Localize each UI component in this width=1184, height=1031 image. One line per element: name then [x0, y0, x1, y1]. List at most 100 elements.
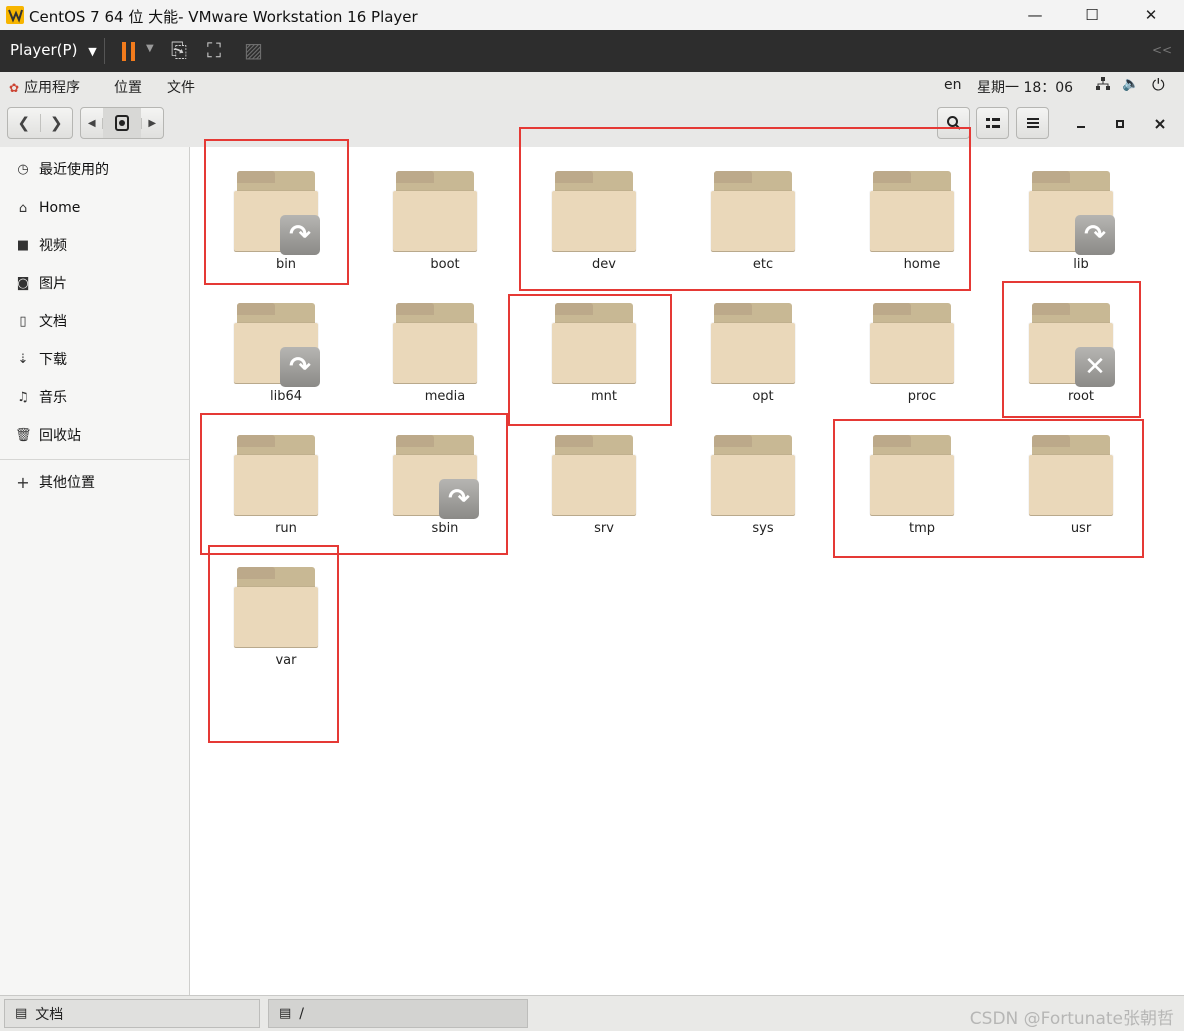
vmware-toolbar: Player(P) ▼ ▼ ⎘ ⛶ ▨ <<: [0, 30, 1184, 73]
trash-icon: 🗑: [15, 427, 32, 443]
taskbar-item-label: 文档: [35, 1006, 64, 1023]
pause-icon: [122, 42, 126, 61]
network-icon-glyph: [1096, 77, 1110, 90]
taskbar-item-root[interactable]: ▤ /: [268, 999, 528, 1028]
file-manager-icon: ▤: [279, 1006, 292, 1021]
back-forward-group: ❮ ❯: [7, 107, 73, 139]
network-icon[interactable]: [1095, 76, 1111, 96]
camera-icon: ◙: [16, 275, 30, 291]
back-button[interactable]: ❮: [8, 114, 41, 132]
vmware-logo-icon: [6, 6, 24, 24]
file-manager-icon: ▤: [15, 1006, 28, 1021]
video-icon: ■: [16, 237, 30, 253]
folder-icon: [393, 303, 477, 383]
gnome-top-bar: ✿ 应用程序 位置 文件 en 星期一 18：06 🔈 ⏻: [0, 72, 1184, 101]
symlink-emblem-icon: ↷: [280, 347, 320, 387]
sidebar-item-label: 文档: [39, 314, 67, 330]
folder-item[interactable]: ↷ lib64: [200, 279, 320, 411]
volume-icon[interactable]: 🔈: [1122, 76, 1139, 92]
folder-item[interactable]: proc: [836, 279, 956, 411]
window-maximize-button[interactable]: [1105, 109, 1135, 139]
sidebar-item-label: 音乐: [39, 390, 67, 406]
sidebar-item-pictures[interactable]: ◙ 图片: [0, 265, 189, 301]
document-icon: ▯: [19, 313, 27, 329]
sidebar-item-trash[interactable]: 🗑 回收站: [0, 417, 189, 453]
maximize-icon: [1116, 120, 1124, 128]
highlight-box-root: [1002, 281, 1141, 418]
applications-menu[interactable]: ✿ 应用程序: [9, 77, 80, 97]
toolbar-divider: [104, 38, 105, 64]
minimize-icon: [1077, 126, 1085, 128]
sidebar-item-documents[interactable]: ▯ 文档: [0, 303, 189, 339]
plus-icon: +: [16, 472, 30, 492]
root-path-button[interactable]: [103, 108, 141, 138]
sidebar-item-music[interactable]: ♫ 音乐: [0, 379, 189, 415]
sidebar-item-label: Home: [39, 200, 81, 216]
folder-name: boot: [430, 257, 460, 272]
gnome-foot-icon: ✿: [9, 81, 20, 95]
close-window-button[interactable]: ✕: [1128, 0, 1174, 30]
list-view-icon: [985, 118, 1000, 128]
forward-button[interactable]: ❯: [41, 114, 73, 132]
sidebar-item-label: 最近使用的: [39, 162, 109, 178]
sidebar-item-videos[interactable]: ■ 视频: [0, 227, 189, 263]
pause-vm-button[interactable]: ▼: [118, 30, 158, 72]
taskbar-item-documents[interactable]: ▤ 文档: [4, 999, 260, 1028]
input-language[interactable]: en: [944, 77, 962, 93]
clock-icon: ◷: [17, 161, 29, 177]
folder-item[interactable]: boot: [359, 147, 479, 279]
fullscreen-icon[interactable]: ⛶: [207, 38, 221, 62]
applications-label: 应用程序: [24, 80, 81, 96]
window-title: CentOS 7 64 位 大能- VMware Workstation 16 …: [29, 8, 418, 26]
menu-button[interactable]: [1016, 107, 1049, 139]
sidebar-item-home[interactable]: ⌂ Home: [0, 190, 189, 226]
unity-mode-icon[interactable]: ▨: [244, 38, 263, 62]
folder-name: lib64: [269, 389, 303, 404]
taskbar-item-label: /: [299, 1005, 305, 1022]
sidebar-item-label: 其他位置: [39, 475, 95, 491]
folder-icon: [552, 435, 636, 515]
hamburger-menu-icon: [1026, 118, 1039, 128]
sidebar-item-label: 视频: [39, 238, 67, 254]
path-scroll-right-button[interactable]: ▶: [140, 117, 163, 129]
folder-name: lib: [1073, 257, 1089, 272]
view-toggle-button[interactable]: [976, 107, 1009, 139]
places-sidebar: ◷ 最近使用的 ⌂ Home ■ 视频 ◙ 图片 ▯ 文档 ⇣ 下载 ♫ 音乐 …: [0, 147, 190, 995]
folder-item[interactable]: srv: [518, 411, 638, 543]
minimize-button[interactable]: —: [1012, 0, 1058, 30]
highlight-box-var: [208, 545, 339, 743]
path-scroll-left-button[interactable]: ◀: [81, 117, 104, 129]
sidebar-item-recent[interactable]: ◷ 最近使用的: [0, 151, 189, 187]
folder-item[interactable]: opt: [677, 279, 797, 411]
folder-icon: [870, 303, 954, 383]
music-icon: ♫: [17, 389, 29, 405]
highlight-box-run-sbin: [200, 413, 508, 555]
folder-item[interactable]: ↷ lib: [995, 147, 1115, 279]
folder-name: sys: [752, 521, 774, 536]
sidebar-item-label: 图片: [39, 276, 67, 292]
files-menu[interactable]: 文件: [167, 77, 195, 97]
folder-name: opt: [752, 389, 774, 404]
player-dropdown-icon: ▼: [88, 45, 97, 58]
places-menu[interactable]: 位置: [114, 77, 142, 97]
player-menu[interactable]: Player(P) ▼: [10, 41, 97, 59]
maximize-button[interactable]: ☐: [1069, 0, 1115, 30]
sidebar-item-downloads[interactable]: ⇣ 下载: [0, 341, 189, 377]
window-close-button[interactable]: [1145, 109, 1175, 139]
sidebar-item-label: 回收站: [39, 428, 81, 444]
highlight-box-mnt: [508, 294, 672, 426]
sidebar-separator: [0, 459, 189, 460]
power-icon[interactable]: ⏻: [1152, 75, 1165, 95]
collapse-toolbar-icon[interactable]: <<: [1152, 43, 1172, 57]
folder-item[interactable]: media: [359, 279, 479, 411]
disk-icon: [115, 115, 129, 131]
close-icon: [1155, 119, 1165, 129]
sidebar-item-label: 下载: [39, 352, 67, 368]
sidebar-item-other-locations[interactable]: + 其他位置: [0, 464, 189, 500]
folder-item[interactable]: sys: [677, 411, 797, 543]
watermark: CSDN @Fortunate张朝哲: [969, 1009, 1174, 1029]
window-minimize-button[interactable]: [1066, 109, 1096, 139]
send-ctrl-alt-del-icon[interactable]: ⎘: [171, 38, 187, 62]
highlight-box-dev-etc-home: [519, 127, 971, 291]
clock[interactable]: 星期一 18：06: [977, 77, 1073, 97]
